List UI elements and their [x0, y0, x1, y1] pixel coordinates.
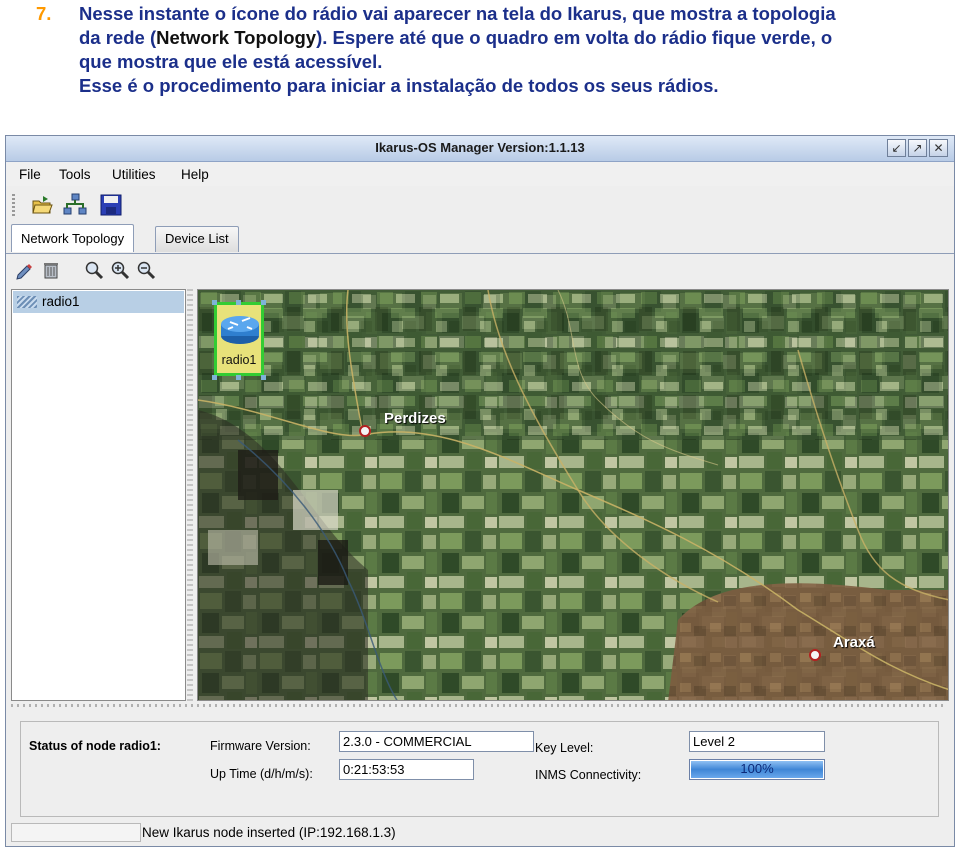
topology-map[interactable]: Perdizes Araxá radio1: [197, 289, 949, 701]
step-number: 7.: [36, 3, 52, 24]
menu-utilities[interactable]: Utilities: [112, 167, 156, 182]
firmware-field[interactable]: 2.3.0 - COMMERCIAL: [339, 731, 534, 752]
progress-text: 100%: [740, 761, 774, 776]
selection-handle[interactable]: [236, 375, 241, 380]
inms-connectivity-label: INMS Connectivity:: [535, 768, 642, 782]
uptime-field[interactable]: 0:21:53:53: [339, 759, 474, 780]
network-icon[interactable]: [63, 193, 87, 217]
instruction-line-4: Esse é o procedimento para iniciar a ins…: [79, 75, 719, 96]
tab-divider: [6, 253, 954, 254]
selection-handle[interactable]: [261, 375, 266, 380]
menu-file[interactable]: File: [19, 167, 41, 182]
radio-node-icon: [17, 296, 37, 308]
uptime-label: Up Time (d/h/m/s):: [210, 767, 313, 781]
tab-bar: Network Topology Device List: [6, 224, 954, 254]
selection-handle[interactable]: [212, 300, 217, 305]
place-label-perdizes: Perdizes: [384, 410, 446, 427]
app-window: Ikarus-OS Manager Version:1.1.13 ↙ ↗ ✕ F…: [5, 135, 955, 847]
horizontal-splitter[interactable]: [11, 704, 946, 707]
tab-device-list[interactable]: Device List: [155, 226, 239, 252]
selection-handle[interactable]: [236, 300, 241, 305]
instruction-line-1: Nesse instante o ícone do rádio vai apar…: [79, 3, 836, 24]
minimize-button[interactable]: ↙: [887, 139, 906, 157]
zoom-icon[interactable]: [84, 260, 104, 280]
splitter-handle[interactable]: [187, 289, 193, 701]
node-label: radio1: [221, 353, 257, 367]
menu-tools[interactable]: Tools: [59, 167, 91, 182]
open-folder-icon[interactable]: [30, 193, 54, 217]
node-tree[interactable]: radio1: [11, 289, 186, 701]
delete-icon[interactable]: [41, 260, 61, 280]
edit-icon[interactable]: [15, 260, 35, 280]
zoom-in-icon[interactable]: [110, 260, 130, 280]
tree-item-label: radio1: [42, 294, 80, 309]
main-toolbar: [6, 188, 954, 220]
selection-handle[interactable]: [212, 375, 217, 380]
save-icon[interactable]: [99, 193, 123, 217]
zoom-out-icon[interactable]: [136, 260, 156, 280]
inms-connectivity-bar: 100%: [689, 759, 825, 780]
key-level-field[interactable]: Level 2: [689, 731, 825, 752]
status-message: New Ikarus node inserted (IP:192.168.1.3…: [142, 825, 396, 840]
title-bar[interactable]: Ikarus-OS Manager Version:1.1.13 ↙ ↗ ✕: [6, 136, 954, 162]
maximize-button[interactable]: ↗: [908, 139, 927, 157]
menu-bar: File Tools Utilities Help: [6, 162, 954, 186]
selection-handle[interactable]: [261, 300, 266, 305]
tree-item-radio1[interactable]: radio1: [13, 291, 184, 313]
key-level-label: Key Level:: [535, 741, 594, 755]
status-bar-cell: [11, 823, 141, 842]
close-button[interactable]: ✕: [929, 139, 948, 157]
node-status-panel: Status of node radio1: Firmware Version:…: [20, 721, 939, 817]
status-bar: New Ikarus node inserted (IP:192.168.1.3…: [6, 821, 954, 845]
status-heading: Status of node radio1:: [29, 739, 161, 753]
instruction-text: 7. Nesse instante o ícone do rádio vai a…: [0, 2, 960, 98]
window-title: Ikarus-OS Manager Version:1.1.13: [375, 140, 585, 155]
instruction-line-2: da rede (Network Topology). Espere até q…: [79, 27, 833, 48]
router-icon: [221, 316, 259, 344]
toolbar-grip[interactable]: [12, 194, 15, 216]
place-marker-araxa: [809, 649, 821, 661]
firmware-label: Firmware Version:: [210, 739, 311, 753]
menu-help[interactable]: Help: [181, 167, 209, 182]
instruction-line-3: que mostra que ele está acessível.: [79, 51, 383, 72]
place-label-araxa: Araxá: [833, 634, 875, 651]
place-marker-perdizes: [359, 425, 371, 437]
topology-toolbar: [6, 258, 954, 282]
tab-network-topology[interactable]: Network Topology: [11, 224, 135, 252]
radio-node[interactable]: radio1: [212, 300, 268, 382]
